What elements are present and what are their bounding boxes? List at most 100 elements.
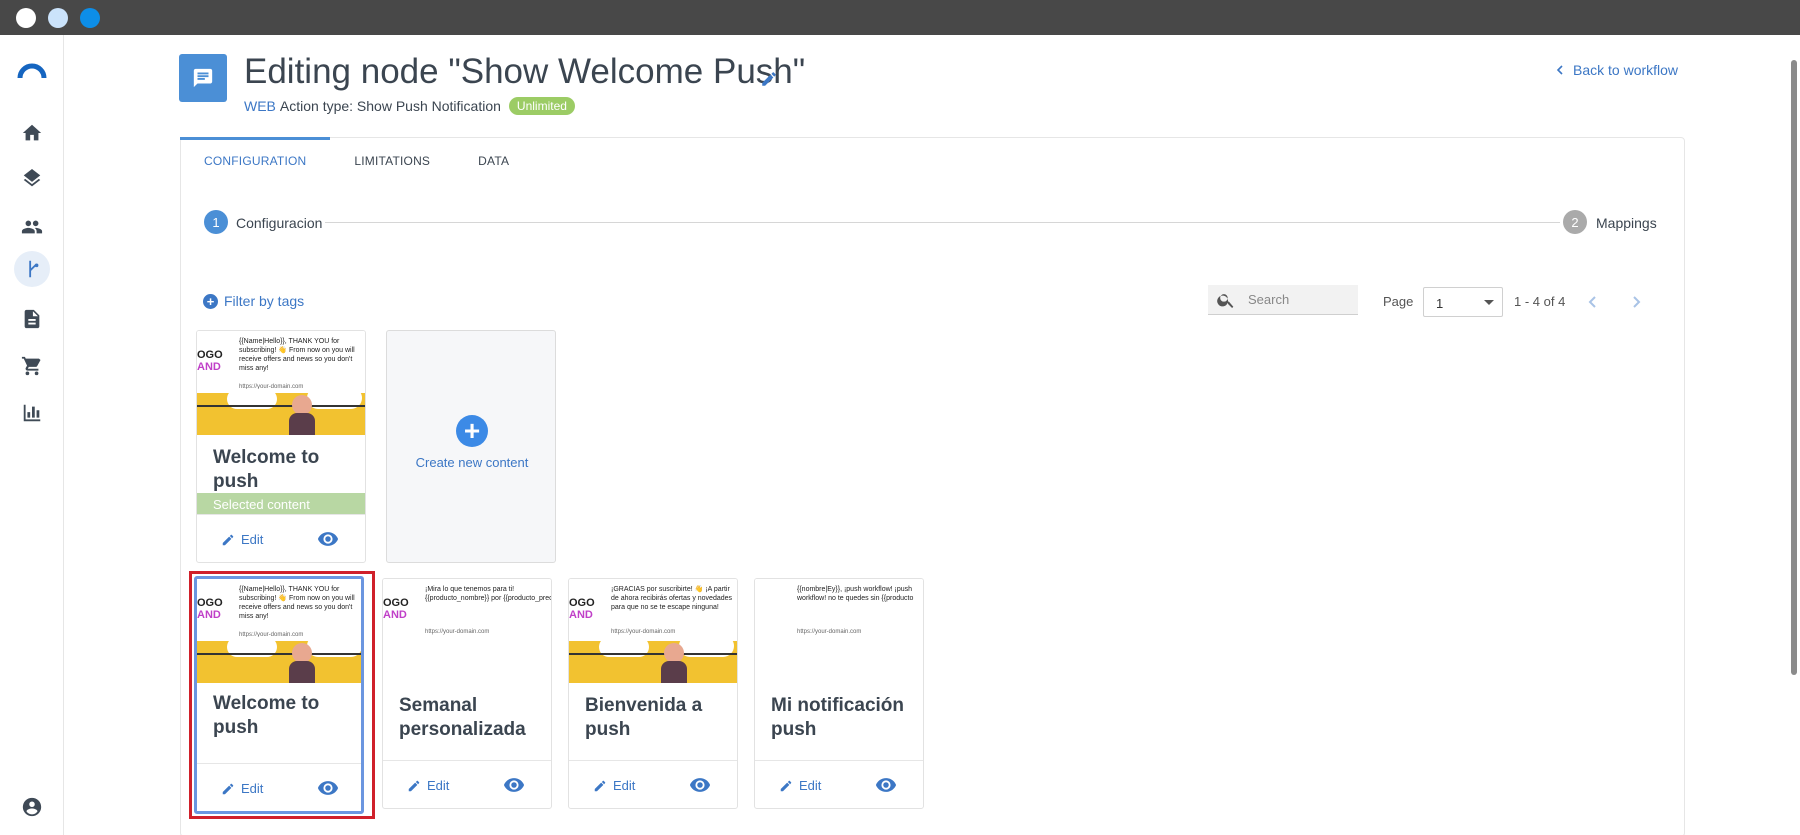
selection-highlight <box>189 571 375 819</box>
thumbnail-banner <box>197 387 365 435</box>
sidebar-item-account[interactable] <box>14 789 50 825</box>
card-footer: Edit <box>383 760 551 808</box>
home-icon <box>22 124 42 141</box>
window-maximize-button[interactable] <box>80 8 100 28</box>
pagination-range: 1 - 4 of 4 <box>1514 294 1566 309</box>
app-logo-icon[interactable] <box>17 56 47 86</box>
pencil-icon <box>780 780 792 791</box>
content-card-mi-notificacion-push[interactable]: {{nombre|Ey}}, ¡push workflow! ¡push wor… <box>754 578 924 809</box>
chevron-left-icon <box>1556 65 1563 75</box>
channel-label: WEB <box>244 98 276 114</box>
page-select[interactable]: 1 <box>1423 287 1503 317</box>
card-title: Mi notificación push <box>771 695 904 740</box>
content-thumbnail: OGO AND ¡Mira lo que tenemos para ti! {{… <box>383 579 552 683</box>
card-title: Bienvenida a push <box>585 695 703 740</box>
step-2-number[interactable]: 2 <box>1563 210 1587 234</box>
sidebar-item-layers[interactable] <box>14 162 50 198</box>
pencil-icon <box>222 534 234 545</box>
edit-button[interactable]: Edit <box>407 778 449 793</box>
create-new-content-label: Create new content <box>415 455 529 470</box>
tab-data[interactable]: DATA <box>454 137 533 187</box>
eye-icon <box>317 532 339 546</box>
chevron-down-icon <box>1484 300 1494 305</box>
selected-content-card[interactable]: OGO AND {{Name|Hello}}, THANK YOU for su… <box>196 330 366 563</box>
thumbnail-banner <box>569 635 737 683</box>
search-box <box>1208 285 1358 315</box>
card-footer: Edit <box>569 760 737 808</box>
sidebar <box>0 35 64 835</box>
card-footer: Edit <box>755 760 923 808</box>
eye-icon <box>689 778 711 792</box>
pencil-icon <box>762 72 776 86</box>
thumbnail-url: https://your-domain.com <box>797 629 862 635</box>
preview-button[interactable] <box>317 528 339 550</box>
workflow-icon <box>29 260 39 278</box>
tab-limitations[interactable]: LIMITATIONS <box>330 137 454 187</box>
sidebar-item-home[interactable] <box>14 115 50 151</box>
chevron-right-icon <box>1633 296 1641 308</box>
window-minimize-button[interactable] <box>48 8 68 28</box>
search-icon <box>1217 293 1234 308</box>
node-type-icon <box>179 54 227 102</box>
selected-content-label: Selected content <box>197 493 365 515</box>
sidebar-item-documents[interactable] <box>14 301 50 337</box>
edit-button[interactable]: Edit <box>221 532 263 547</box>
action-type-label: Action type: Show Push Notification <box>279 98 501 114</box>
filter-label: Filter by tags <box>224 293 305 309</box>
tab-bar: CONFIGURATION LIMITATIONS DATA <box>180 137 533 187</box>
window-titlebar <box>0 0 1800 35</box>
thumbnail-message: ¡Mira lo que tenemos para ti! {{producto… <box>425 586 552 602</box>
content-thumbnail: {{nombre|Ey}}, ¡push workflow! ¡push wor… <box>755 579 923 683</box>
content-thumbnail: OGO AND {{Name|Hello}}, THANK YOU for su… <box>197 331 365 435</box>
account-icon <box>22 797 42 817</box>
pencil-icon <box>408 780 420 791</box>
back-link-label: Back to workflow <box>1573 62 1679 78</box>
thumbnail-brand: OGO AND <box>569 597 595 621</box>
edit-title-button[interactable] <box>760 70 778 88</box>
thumbnail-brand: OGO AND <box>197 349 223 373</box>
card-title: Welcome to push <box>213 447 320 492</box>
sidebar-item-cart[interactable] <box>14 348 50 384</box>
filter-by-tags-button[interactable]: + Filter by tags <box>203 293 304 309</box>
eye-icon <box>503 778 525 792</box>
chart-icon <box>23 404 41 422</box>
sidebar-item-workflows[interactable] <box>14 251 50 287</box>
tab-configuration[interactable]: CONFIGURATION <box>180 137 331 187</box>
create-new-content-card[interactable]: + Create new content <box>386 330 556 563</box>
window-close-button[interactable] <box>16 8 36 28</box>
step-2-label[interactable]: Mappings <box>1596 215 1657 231</box>
stepper-connector <box>325 222 1560 223</box>
layers-icon <box>23 169 41 187</box>
thumbnail-message: {{nombre|Ey}}, ¡push workflow! ¡push wor… <box>797 586 914 602</box>
next-page-button[interactable] <box>1628 294 1644 310</box>
content-card-semanal-personalizada[interactable]: OGO AND ¡Mira lo que tenemos para ti! {{… <box>382 578 552 809</box>
search-input[interactable] <box>1248 292 1348 307</box>
step-1-number[interactable]: 1 <box>204 210 228 234</box>
card-footer: Edit <box>197 514 365 562</box>
document-icon <box>24 309 40 329</box>
pencil-icon <box>594 780 606 791</box>
step-1-label[interactable]: Configuracion <box>236 215 322 231</box>
thumbnail-brand: OGO AND <box>383 597 409 621</box>
thumbnail-message: {{Name|Hello}}, THANK YOU for subscribin… <box>239 338 355 372</box>
preview-button[interactable] <box>503 774 525 796</box>
page-scrollbar[interactable] <box>1791 60 1797 675</box>
users-icon <box>21 220 43 234</box>
content-thumbnail: OGO AND ¡GRACIAS por suscribirte! 👋 ¡A p… <box>569 579 737 683</box>
cart-icon <box>21 356 41 376</box>
chevron-left-icon <box>1588 296 1596 308</box>
sidebar-item-users[interactable] <box>14 209 50 245</box>
edit-button[interactable]: Edit <box>593 778 635 793</box>
prev-page-button[interactable] <box>1585 294 1601 310</box>
plus-circle-icon: + <box>456 415 488 447</box>
plus-circle-icon: + <box>203 293 218 309</box>
edit-button[interactable]: Edit <box>779 778 821 793</box>
page-select-value: 1 <box>1436 296 1444 311</box>
preview-button[interactable] <box>689 774 711 796</box>
card-title: Semanal personalizada <box>399 695 526 740</box>
page-title: Editing node "Show Welcome Push" <box>244 52 806 91</box>
content-card-bienvenida-a-push[interactable]: OGO AND ¡GRACIAS por suscribirte! 👋 ¡A p… <box>568 578 738 809</box>
back-to-workflow-link[interactable]: Back to workflow <box>1555 62 1678 78</box>
sidebar-item-reports[interactable] <box>14 395 50 431</box>
preview-button[interactable] <box>875 774 897 796</box>
